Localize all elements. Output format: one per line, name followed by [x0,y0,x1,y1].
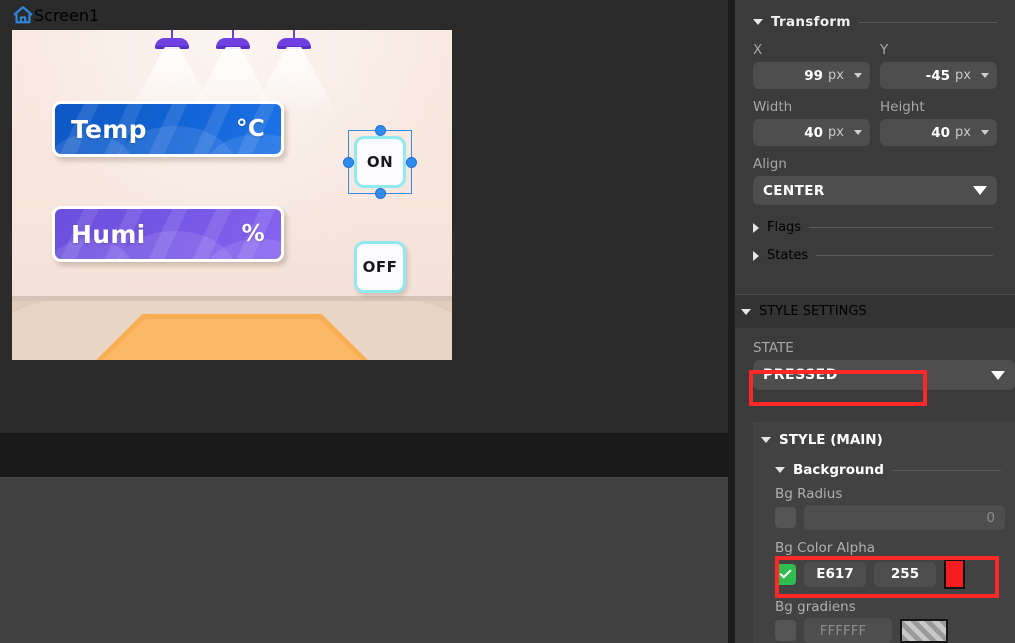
chevron-down-icon [775,467,785,473]
canvas-floor [12,301,452,360]
bg-color-alpha-label: Bg Color Alpha [775,540,876,556]
bg-color-hex-field[interactable]: E617 [804,561,866,587]
align-label: Align [753,156,787,172]
width-label: Width [753,99,793,115]
panel-divider[interactable] [728,0,735,643]
align-select[interactable]: CENTER [753,176,997,205]
state-select[interactable]: PRESSED [753,360,1015,390]
inspector-panel: Transform X 99 px Y -45 px Width 40 px H… [735,0,1015,643]
background-group-header[interactable]: Background [753,462,1015,478]
bg-gradiens-hex-field[interactable]: FFFFFF [804,618,892,643]
chevron-down-icon [973,186,987,195]
style-main-group: STYLE (MAIN) Background Bg Radius 0 Bg C… [753,422,1015,643]
bg-color-checkbox[interactable] [775,563,796,585]
height-field[interactable]: 40 px [880,119,997,146]
bg-radius-label: Bg Radius [775,486,843,502]
divider [891,469,1001,471]
bg-gradiens-swatch[interactable] [900,618,948,643]
states-section-header[interactable]: States [753,248,997,263]
style-settings-section: STYLE SETTINGS STATE PRESSED STYLE (MAIN… [735,294,1015,643]
transform-title: Transform [771,14,851,30]
chevron-down-icon[interactable] [854,130,862,135]
editor-bottom-panel [0,477,728,643]
temp-card-label: Temp [71,114,147,144]
chevron-down-icon [753,19,763,25]
editor-area: Screen1 Temp °C Humi % ON OFF [0,0,728,643]
state-value: PRESSED [763,367,838,383]
x-unit: px [828,68,844,83]
background-title: Background [793,462,884,478]
transform-section: Transform X 99 px Y -45 px Width 40 px H… [735,0,1015,263]
humi-card-label: Humi [71,219,146,249]
align-value: CENTER [763,182,825,199]
chevron-down-icon [761,437,771,443]
bg-color-group: Bg Color Alpha E617 255 [753,540,1015,589]
x-value[interactable]: 99 [753,68,828,84]
flags-title: Flags [767,220,802,235]
chevron-down-icon [741,308,751,315]
y-value[interactable]: -45 [880,68,955,84]
bg-color-swatch[interactable] [944,559,965,589]
screen-tab-label[interactable]: Screen1 [34,6,99,25]
check-icon [779,566,792,579]
divider [809,227,993,228]
chevron-right-icon [753,222,759,233]
transform-section-header[interactable]: Transform [753,14,997,30]
states-title: States [767,248,809,263]
style-settings-title: STYLE SETTINGS [759,304,867,319]
height-value[interactable]: 40 [880,125,955,141]
chevron-down-icon[interactable] [981,130,989,135]
style-main-header[interactable]: STYLE (MAIN) [753,432,1015,448]
x-label: X [753,42,763,58]
y-label: Y [880,42,889,58]
divider [816,255,993,256]
width-unit: px [828,125,844,140]
temp-card[interactable]: Temp °C [52,101,284,157]
flags-section-header[interactable]: Flags [753,220,997,235]
bg-radius-field[interactable]: 0 [804,505,1005,530]
state-block: STATE PRESSED [753,340,1015,390]
width-field[interactable]: 40 px [753,119,870,146]
off-button[interactable]: OFF [354,241,406,293]
height-unit: px [955,125,971,140]
home-icon[interactable] [12,4,34,26]
chevron-down-icon [991,370,1005,380]
on-button[interactable]: ON [354,136,406,188]
state-label: STATE [753,340,794,356]
bg-gradiens-group: Bg gradiens FFFFFF [753,599,1015,643]
bg-radius-checkbox[interactable] [775,507,796,528]
bg-gradiens-checkbox[interactable] [775,620,796,641]
temp-card-unit: °C [236,116,265,142]
bg-color-alpha-field[interactable]: 255 [874,561,936,587]
bg-radius-group: Bg Radius 0 [753,486,1015,530]
style-main-title: STYLE (MAIN) [779,432,883,448]
chevron-down-icon[interactable] [854,73,862,78]
device-canvas[interactable]: Temp °C Humi % ON OFF [12,30,452,360]
divider [858,21,997,23]
style-settings-header[interactable]: STYLE SETTINGS [735,294,1015,328]
bg-gradiens-label: Bg gradiens [775,599,856,615]
humi-card[interactable]: Humi % [52,206,284,262]
height-label: Height [880,99,925,115]
humi-card-unit: % [241,221,265,247]
screen-tab-bar: Screen1 [0,0,728,30]
app-window: Screen1 Temp °C Humi % ON OFF Transform … [0,0,1015,643]
x-field[interactable]: 99 px [753,62,870,89]
editor-lower-strip [0,433,728,477]
y-unit: px [955,68,971,83]
chevron-down-icon[interactable] [981,73,989,78]
y-field[interactable]: -45 px [880,62,997,89]
chevron-right-icon [753,250,759,261]
width-value[interactable]: 40 [753,125,828,141]
